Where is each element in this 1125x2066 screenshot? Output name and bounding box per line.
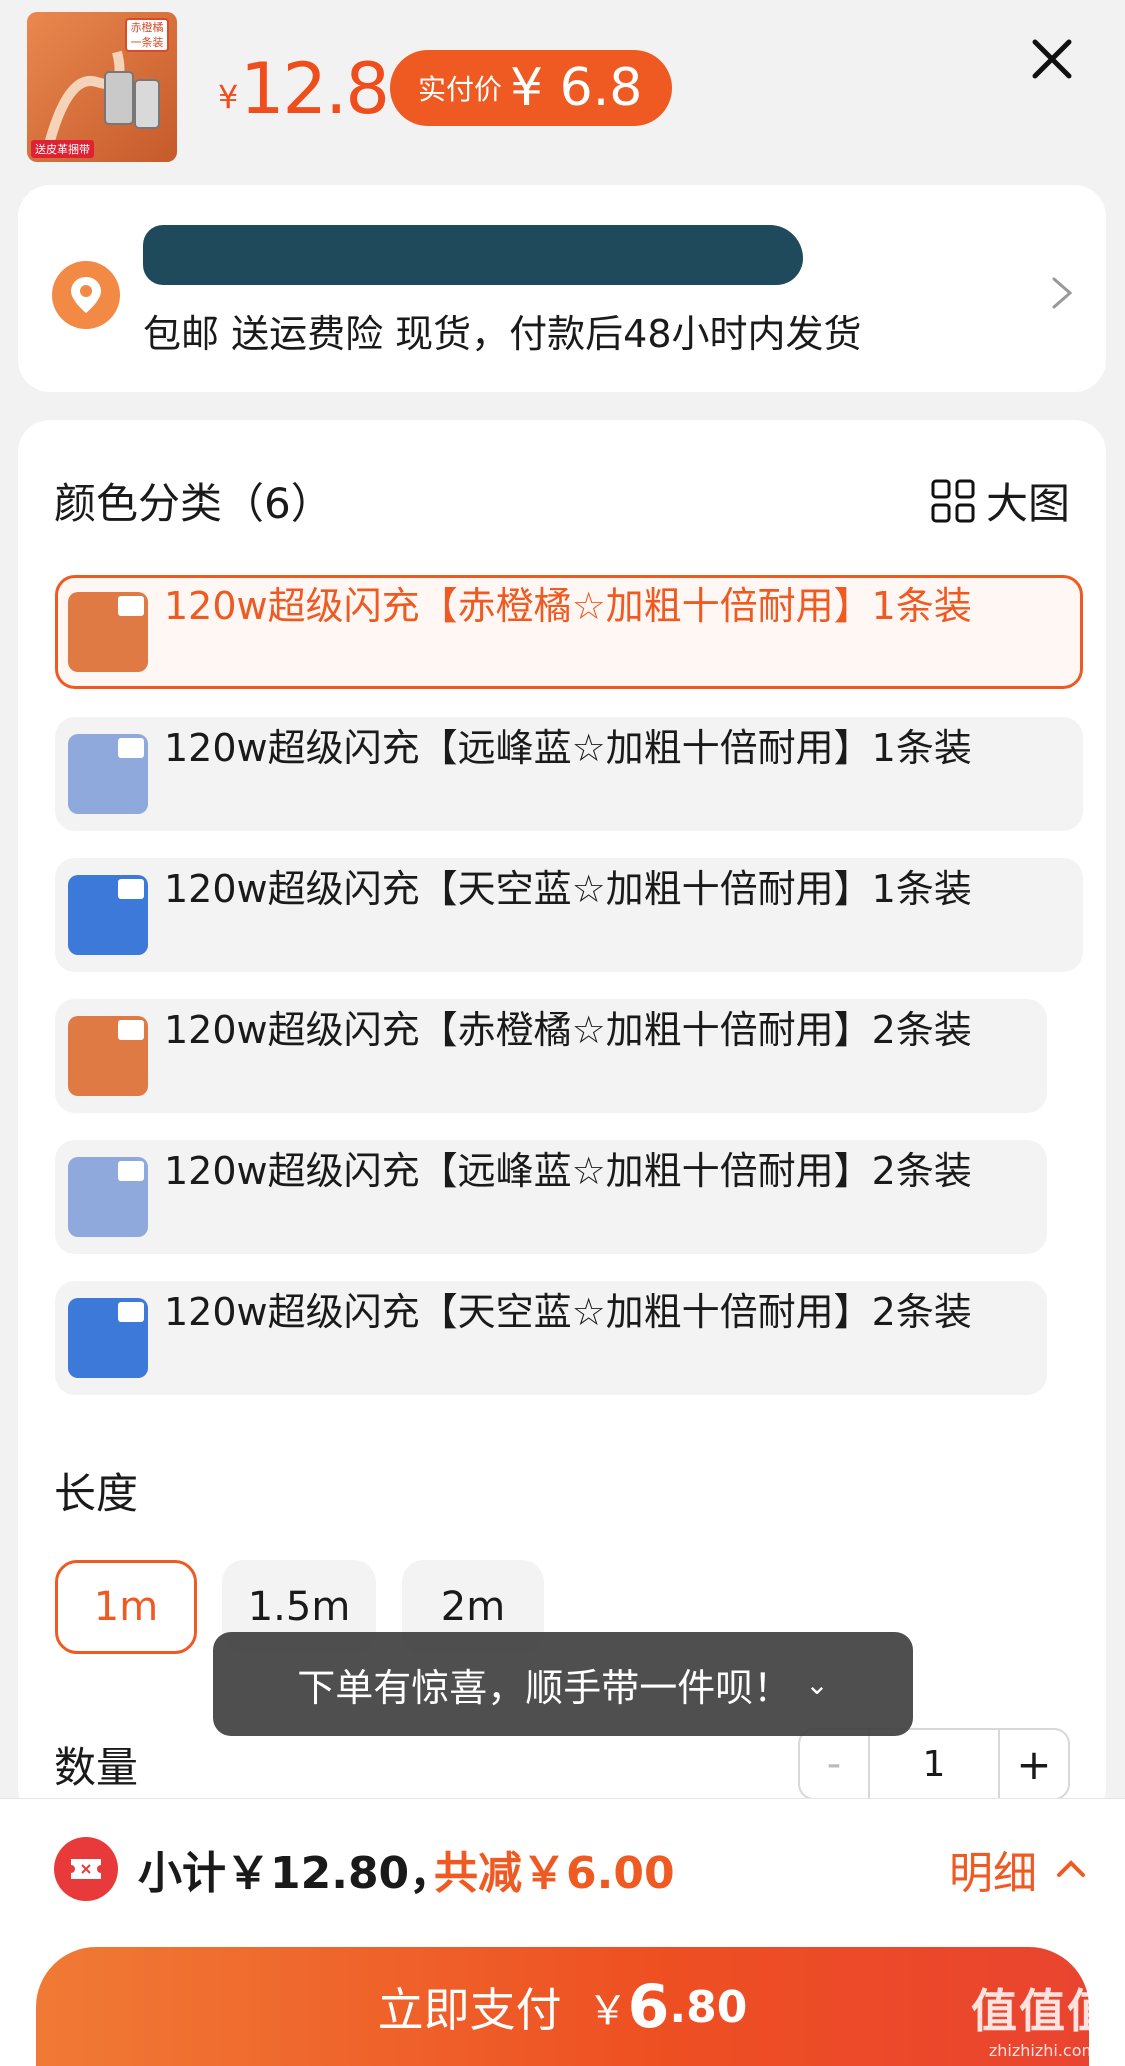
option-label: 120w超级闪充【天空蓝☆加粗十倍耐用】2条装: [164, 1290, 972, 1334]
watermark-sub: zhizhizhi.com: [988, 2041, 1098, 2060]
actual-price-label: 实付价: [418, 73, 503, 106]
color-section-title: 颜色分类（6）: [54, 479, 333, 528]
location-pin-icon: [52, 261, 120, 329]
close-button[interactable]: [1027, 34, 1077, 84]
pay-label: 立即支付: [377, 1983, 562, 2037]
quantity-section-title: 数量: [54, 1743, 139, 1792]
length-section-title: 长度: [54, 1469, 139, 1518]
shipping-info: 包邮 送运费险 现货，付款后48小时内发货: [143, 312, 862, 356]
color-option[interactable]: 120w超级闪充【远峰蓝☆加粗十倍耐用】2条装: [55, 1140, 1047, 1254]
color-option[interactable]: 120w超级闪充【天空蓝☆加粗十倍耐用】2条装: [55, 1281, 1047, 1395]
price-currency: ¥: [218, 78, 239, 116]
pay-amount-int: 6: [627, 1972, 670, 2042]
length-option-1m[interactable]: 1m: [55, 1560, 197, 1654]
promo-toast[interactable]: 下单有惊喜，顺手带一件呗！ ⌄: [213, 1632, 913, 1736]
sku-header: 赤橙橘 一条装 送皮革捆带 ¥ 12.8 实付价 ¥ 6.8: [0, 0, 1125, 180]
thumb-bottom-label: 送皮革捆带: [31, 140, 94, 158]
color-option[interactable]: 120w超级闪充【天空蓝☆加粗十倍耐用】1条装: [55, 858, 1083, 972]
option-thumbnail: [68, 1016, 148, 1096]
watermark: 值值值 zhizhizhi.com: [971, 1975, 1115, 2060]
close-icon: [1032, 39, 1072, 79]
option-thumbnail: [68, 1298, 148, 1378]
discount-text: 共减￥6.00: [434, 1848, 675, 1899]
option-thumbnail: [68, 734, 148, 814]
chevron-up-icon: [1057, 1860, 1085, 1877]
pay-amount-dec: .80: [669, 1981, 748, 2033]
quantity-increase-button[interactable]: +: [998, 1730, 1068, 1798]
pay-now-button[interactable]: 立即支付 ￥ 6 .80: [36, 1947, 1089, 2066]
address-card[interactable]: 包邮 送运费险 现货，付款后48小时内发货: [18, 185, 1106, 392]
grid-icon: [931, 479, 975, 522]
redacted-address: [143, 225, 803, 285]
chevron-right-icon: [1052, 277, 1073, 309]
checkout-bar: 小计￥12.80， 共减￥6.00 明细 立即支付 ￥ 6 .80 值值值 zh…: [0, 1798, 1125, 2066]
watermark-main: 值值值: [971, 1984, 1115, 2038]
pay-currency: ￥: [587, 1988, 628, 2034]
actual-price-badge: 实付价 ¥ 6.8: [390, 50, 672, 126]
option-thumbnail: [68, 875, 148, 955]
quantity-stepper: - 1 +: [798, 1728, 1070, 1800]
price-value: 12.8: [240, 48, 390, 130]
toast-text: 下单有惊喜，顺手带一件呗！: [297, 1665, 792, 1710]
quantity-value[interactable]: 1: [870, 1730, 998, 1798]
chevron-down-icon: ⌄: [805, 1667, 829, 1701]
actual-price-amount: ¥ 6.8: [510, 58, 643, 118]
option-label: 120w超级闪充【远峰蓝☆加粗十倍耐用】1条装: [164, 726, 972, 770]
option-label: 120w超级闪充【远峰蓝☆加粗十倍耐用】2条装: [164, 1149, 972, 1193]
coupon-icon: [54, 1837, 118, 1901]
option-thumbnail: [68, 1157, 148, 1237]
quantity-decrease-button[interactable]: -: [800, 1730, 870, 1798]
big-picture-label: 大图: [985, 479, 1070, 528]
big-picture-toggle[interactable]: 大图: [930, 470, 1070, 531]
options-card: 颜色分类（6） 大图 120w超级闪充【赤橙橘☆加粗十倍耐用】1条装 120w超…: [18, 420, 1106, 1820]
option-thumbnail: [68, 592, 148, 672]
option-label: 120w超级闪充【赤橙橘☆加粗十倍耐用】2条装: [164, 1008, 972, 1052]
detail-label: 明细: [949, 1848, 1037, 1899]
product-thumbnail[interactable]: 赤橙橘 一条装 送皮革捆带: [27, 12, 177, 162]
subtotal-text: 小计￥12.80，: [138, 1848, 454, 1899]
color-option[interactable]: 120w超级闪充【远峰蓝☆加粗十倍耐用】1条装: [55, 717, 1083, 831]
color-option[interactable]: 120w超级闪充【赤橙橘☆加粗十倍耐用】1条装: [55, 575, 1083, 689]
color-option[interactable]: 120w超级闪充【赤橙橘☆加粗十倍耐用】2条装: [55, 999, 1047, 1113]
detail-toggle[interactable]: 明细: [949, 1837, 1089, 1901]
option-label: 120w超级闪充【赤橙橘☆加粗十倍耐用】1条装: [164, 584, 972, 628]
option-label: 120w超级闪充【天空蓝☆加粗十倍耐用】1条装: [164, 867, 972, 911]
